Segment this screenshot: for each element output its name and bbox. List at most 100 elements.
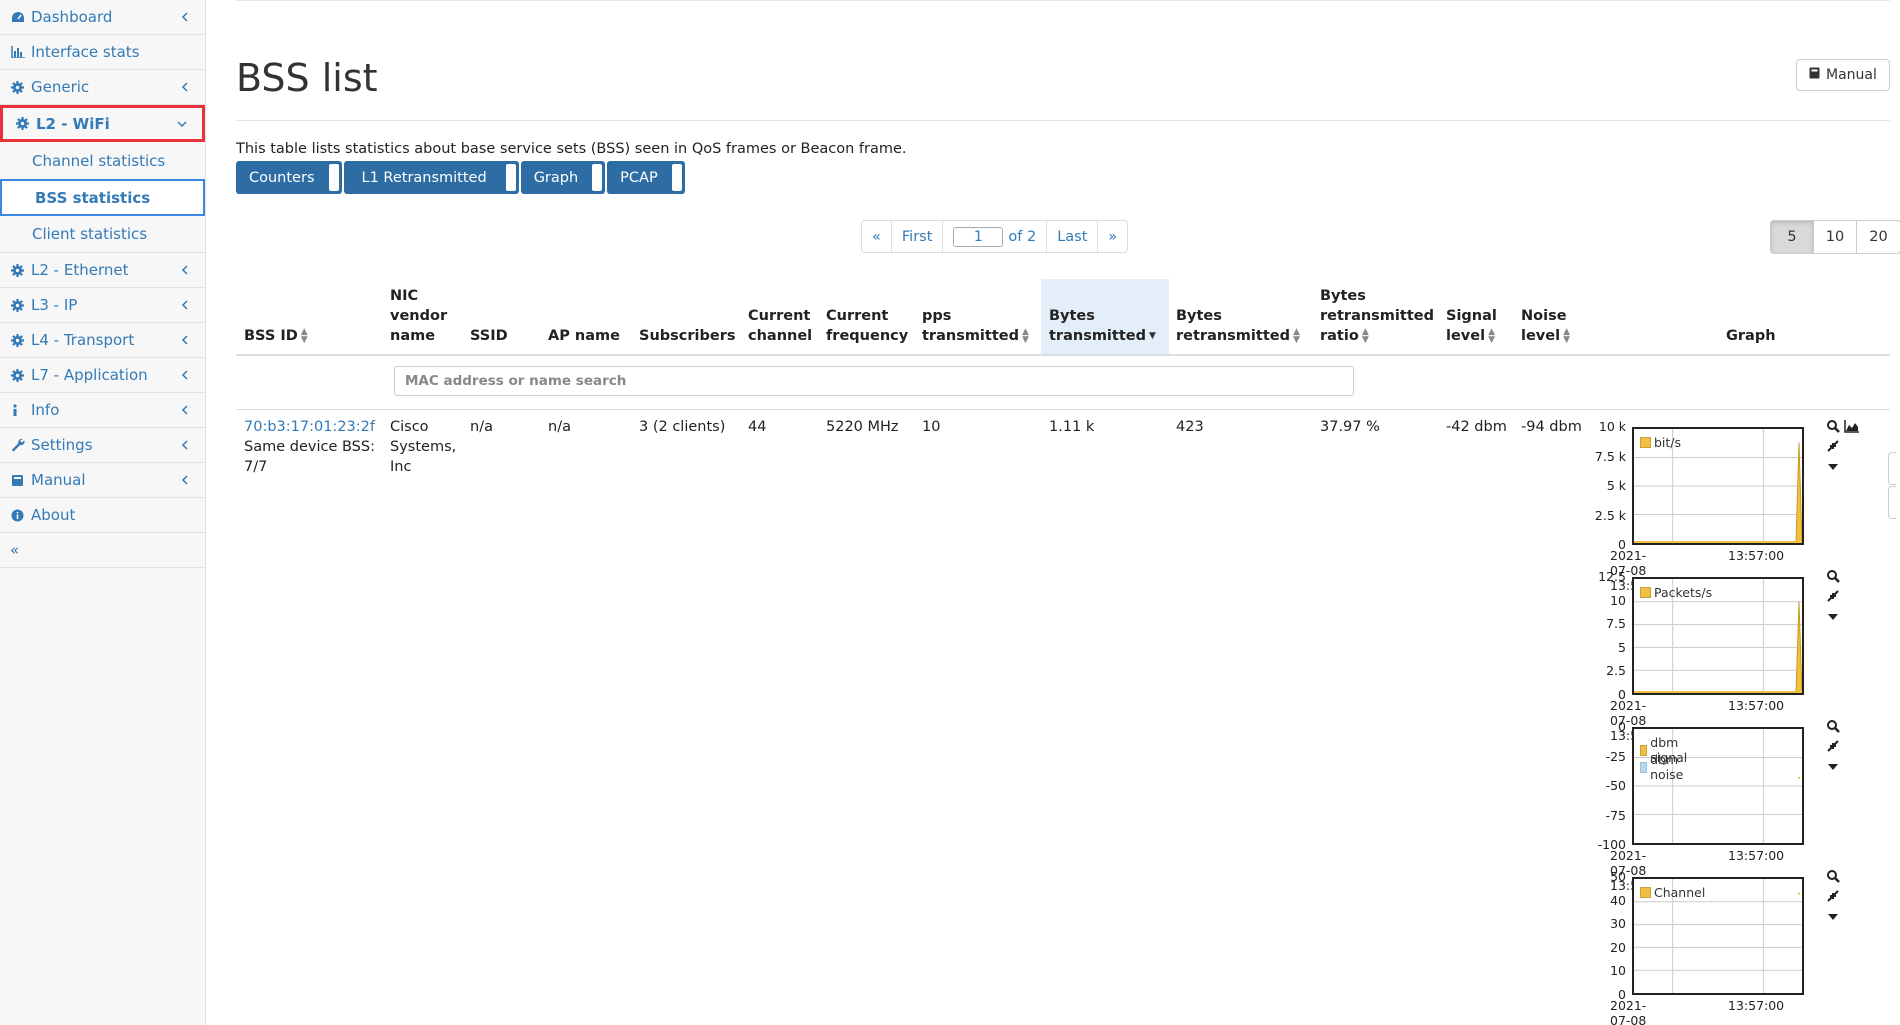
compress-icon[interactable] <box>1826 739 1840 755</box>
sidebar-item-manual[interactable]: Manual <box>0 463 205 498</box>
cell-noise: -94 dbm <box>1521 419 1582 435</box>
compress-icon[interactable] <box>1826 439 1840 455</box>
sidebar-item-l3-ip[interactable]: L3 - IP <box>0 288 205 323</box>
cell-bytes-retx: 423 <box>1176 419 1204 435</box>
graph-legend-entry: Channel <box>1640 885 1705 900</box>
sidebar-item-l7-application[interactable]: L7 - Application <box>0 358 205 393</box>
cell-bss-id: 70:b3:17:01:23:2f Same device BSS: 7/7 <box>244 417 375 477</box>
zoom-icon[interactable] <box>1826 569 1840 585</box>
toggle-handle[interactable] <box>327 163 340 192</box>
column-group-l1-retransmitted[interactable]: L1 Retransmitted <box>343 161 519 194</box>
graph-tools <box>1826 419 1840 475</box>
caret-down-icon[interactable] <box>1826 909 1840 925</box>
sidebar-subitem-bss-statistics[interactable]: BSS statistics <box>0 179 205 216</box>
cell-ap-name: n/a <box>548 419 571 435</box>
manual-button[interactable]: Manual <box>1796 59 1890 91</box>
compress-icon[interactable] <box>1826 589 1840 605</box>
page-number-input[interactable]: 1 <box>953 226 1004 247</box>
pagination-next[interactable]: » <box>1098 221 1127 252</box>
legend-swatch <box>1640 887 1651 898</box>
sidebar-item-label: About <box>31 506 76 524</box>
column-header-graph: Graph <box>1726 328 1776 344</box>
pagination-prev[interactable]: « <box>862 221 892 252</box>
column-header-bss-id[interactable]: BSS ID ▲ ▼ <box>244 326 308 346</box>
column-header-nic-vendor: NIC vendor name <box>390 288 448 344</box>
sidebar-item-l2-ethernet[interactable]: L2 - Ethernet <box>0 253 205 288</box>
edge-button[interactable] <box>1888 452 1896 485</box>
area-chart-icon[interactable] <box>1844 419 1860 437</box>
sidebar-item-label: Generic <box>31 78 90 96</box>
y-tick-label: 2.5 <box>1606 663 1626 679</box>
collapse-sidebar-button[interactable]: « <box>0 533 205 568</box>
pagination-first[interactable]: First <box>892 221 944 252</box>
y-tick-label: 2.5 k <box>1594 507 1626 523</box>
sidebar-item-label: L2 - WiFi <box>36 114 110 133</box>
page-count: of 2 <box>1008 228 1037 245</box>
legend-label: bit/s <box>1654 435 1682 450</box>
y-tick-label: 0 <box>1618 719 1626 734</box>
legend-label: dbm noise <box>1650 752 1684 782</box>
graph-legend-entry: Packets/s <box>1640 585 1712 600</box>
legend-swatch <box>1640 587 1651 598</box>
column-group-label: L1 Retransmitted <box>361 169 487 186</box>
column-group-counters[interactable]: Counters <box>236 161 342 194</box>
sidebar-item-label: L4 - Transport <box>31 331 135 349</box>
y-tick-label: -50 <box>1605 778 1626 793</box>
sidebar-item-settings[interactable]: Settings <box>0 428 205 463</box>
column-group-label: Counters <box>249 169 315 186</box>
book-icon <box>1809 67 1820 83</box>
sidebar-item-about[interactable]: About <box>0 498 205 533</box>
sidebar-subitem-client-statistics[interactable]: Client statistics <box>0 216 205 253</box>
zoom-icon[interactable] <box>1826 419 1840 435</box>
sidebar-item-generic[interactable]: Generic <box>0 70 205 105</box>
info-icon <box>11 403 31 417</box>
sidebar-item-l2-wifi[interactable]: L2 - WiFi <box>0 105 205 142</box>
column-header-pps-transmitted[interactable]: pps transmitted ▲ ▼ <box>922 306 1029 346</box>
page-size-10[interactable]: 10 <box>1814 221 1857 253</box>
cell-pps: 10 <box>922 419 941 435</box>
toggle-handle[interactable] <box>504 163 517 192</box>
edge-button[interactable] <box>1888 486 1896 519</box>
toggle-handle[interactable] <box>591 163 604 192</box>
search-row: MAC address or name search <box>236 356 1890 410</box>
legend-swatch <box>1640 437 1651 448</box>
page-size-20[interactable]: 20 <box>1857 221 1900 253</box>
sidebar-item-info[interactable]: Info <box>0 393 205 428</box>
y-tick-label: -75 <box>1605 807 1626 823</box>
column-header-bytes-retransmitted[interactable]: Bytes retransmitted ▲ ▼ <box>1176 306 1300 346</box>
sidebar-subitem-channel-statistics[interactable]: Channel statistics <box>0 142 205 179</box>
chevron-left-icon <box>179 299 191 311</box>
sidebar-item-label: Manual <box>31 471 86 489</box>
sidebar-item-dashboard[interactable]: Dashboard <box>0 0 205 35</box>
pagination-last[interactable]: Last <box>1047 221 1099 252</box>
column-header-bytes-retransmitted-ratio[interactable]: Bytes retransmitted ratio ▲ ▼ <box>1320 286 1434 346</box>
graph-tools <box>1826 719 1840 775</box>
gear-icon <box>11 80 31 94</box>
x-tick-label: 13:57:00 <box>1728 548 1785 563</box>
legend-label: Channel <box>1654 885 1706 900</box>
pagination-page-box: 1 of 2 <box>943 221 1048 252</box>
caret-down-icon[interactable] <box>1826 759 1840 775</box>
toggle-handle[interactable] <box>670 163 683 192</box>
search-input[interactable]: MAC address or name search <box>394 366 1354 396</box>
column-header-noise-level[interactable]: Noise level ▲ ▼ <box>1521 306 1570 346</box>
column-header-signal-level[interactable]: Signal level ▲ ▼ <box>1446 306 1497 346</box>
sidebar-item-interface-stats[interactable]: Interface stats <box>0 35 205 70</box>
bss-id-link[interactable]: 70:b3:17:01:23:2f <box>244 419 375 435</box>
y-tick-label: 5 <box>1618 639 1626 655</box>
sidebar-subitem-label: Channel statistics <box>32 151 166 170</box>
cell-frequency: 5220 MHz <box>826 419 899 435</box>
column-group-pcap[interactable]: PCAP <box>607 161 685 194</box>
zoom-icon[interactable] <box>1826 719 1840 735</box>
compress-icon[interactable] <box>1826 889 1840 905</box>
zoom-icon[interactable] <box>1826 869 1840 885</box>
sidebar-item-l4-transport[interactable]: L4 - Transport <box>0 323 205 358</box>
caret-down-icon[interactable] <box>1826 459 1840 475</box>
caret-down-icon[interactable] <box>1826 609 1840 625</box>
page-size-5[interactable]: 5 <box>1771 221 1814 253</box>
sidebar-item-label: L7 - Application <box>31 366 148 384</box>
y-tick-label: 10 <box>1610 592 1626 608</box>
column-header-bytes-transmitted[interactable]: Bytes transmitted ▼ <box>1049 306 1156 346</box>
x-tick-label: 2021-07-08 13:56:30 <box>1610 998 1647 1025</box>
column-group-graph[interactable]: Graph <box>520 161 606 194</box>
